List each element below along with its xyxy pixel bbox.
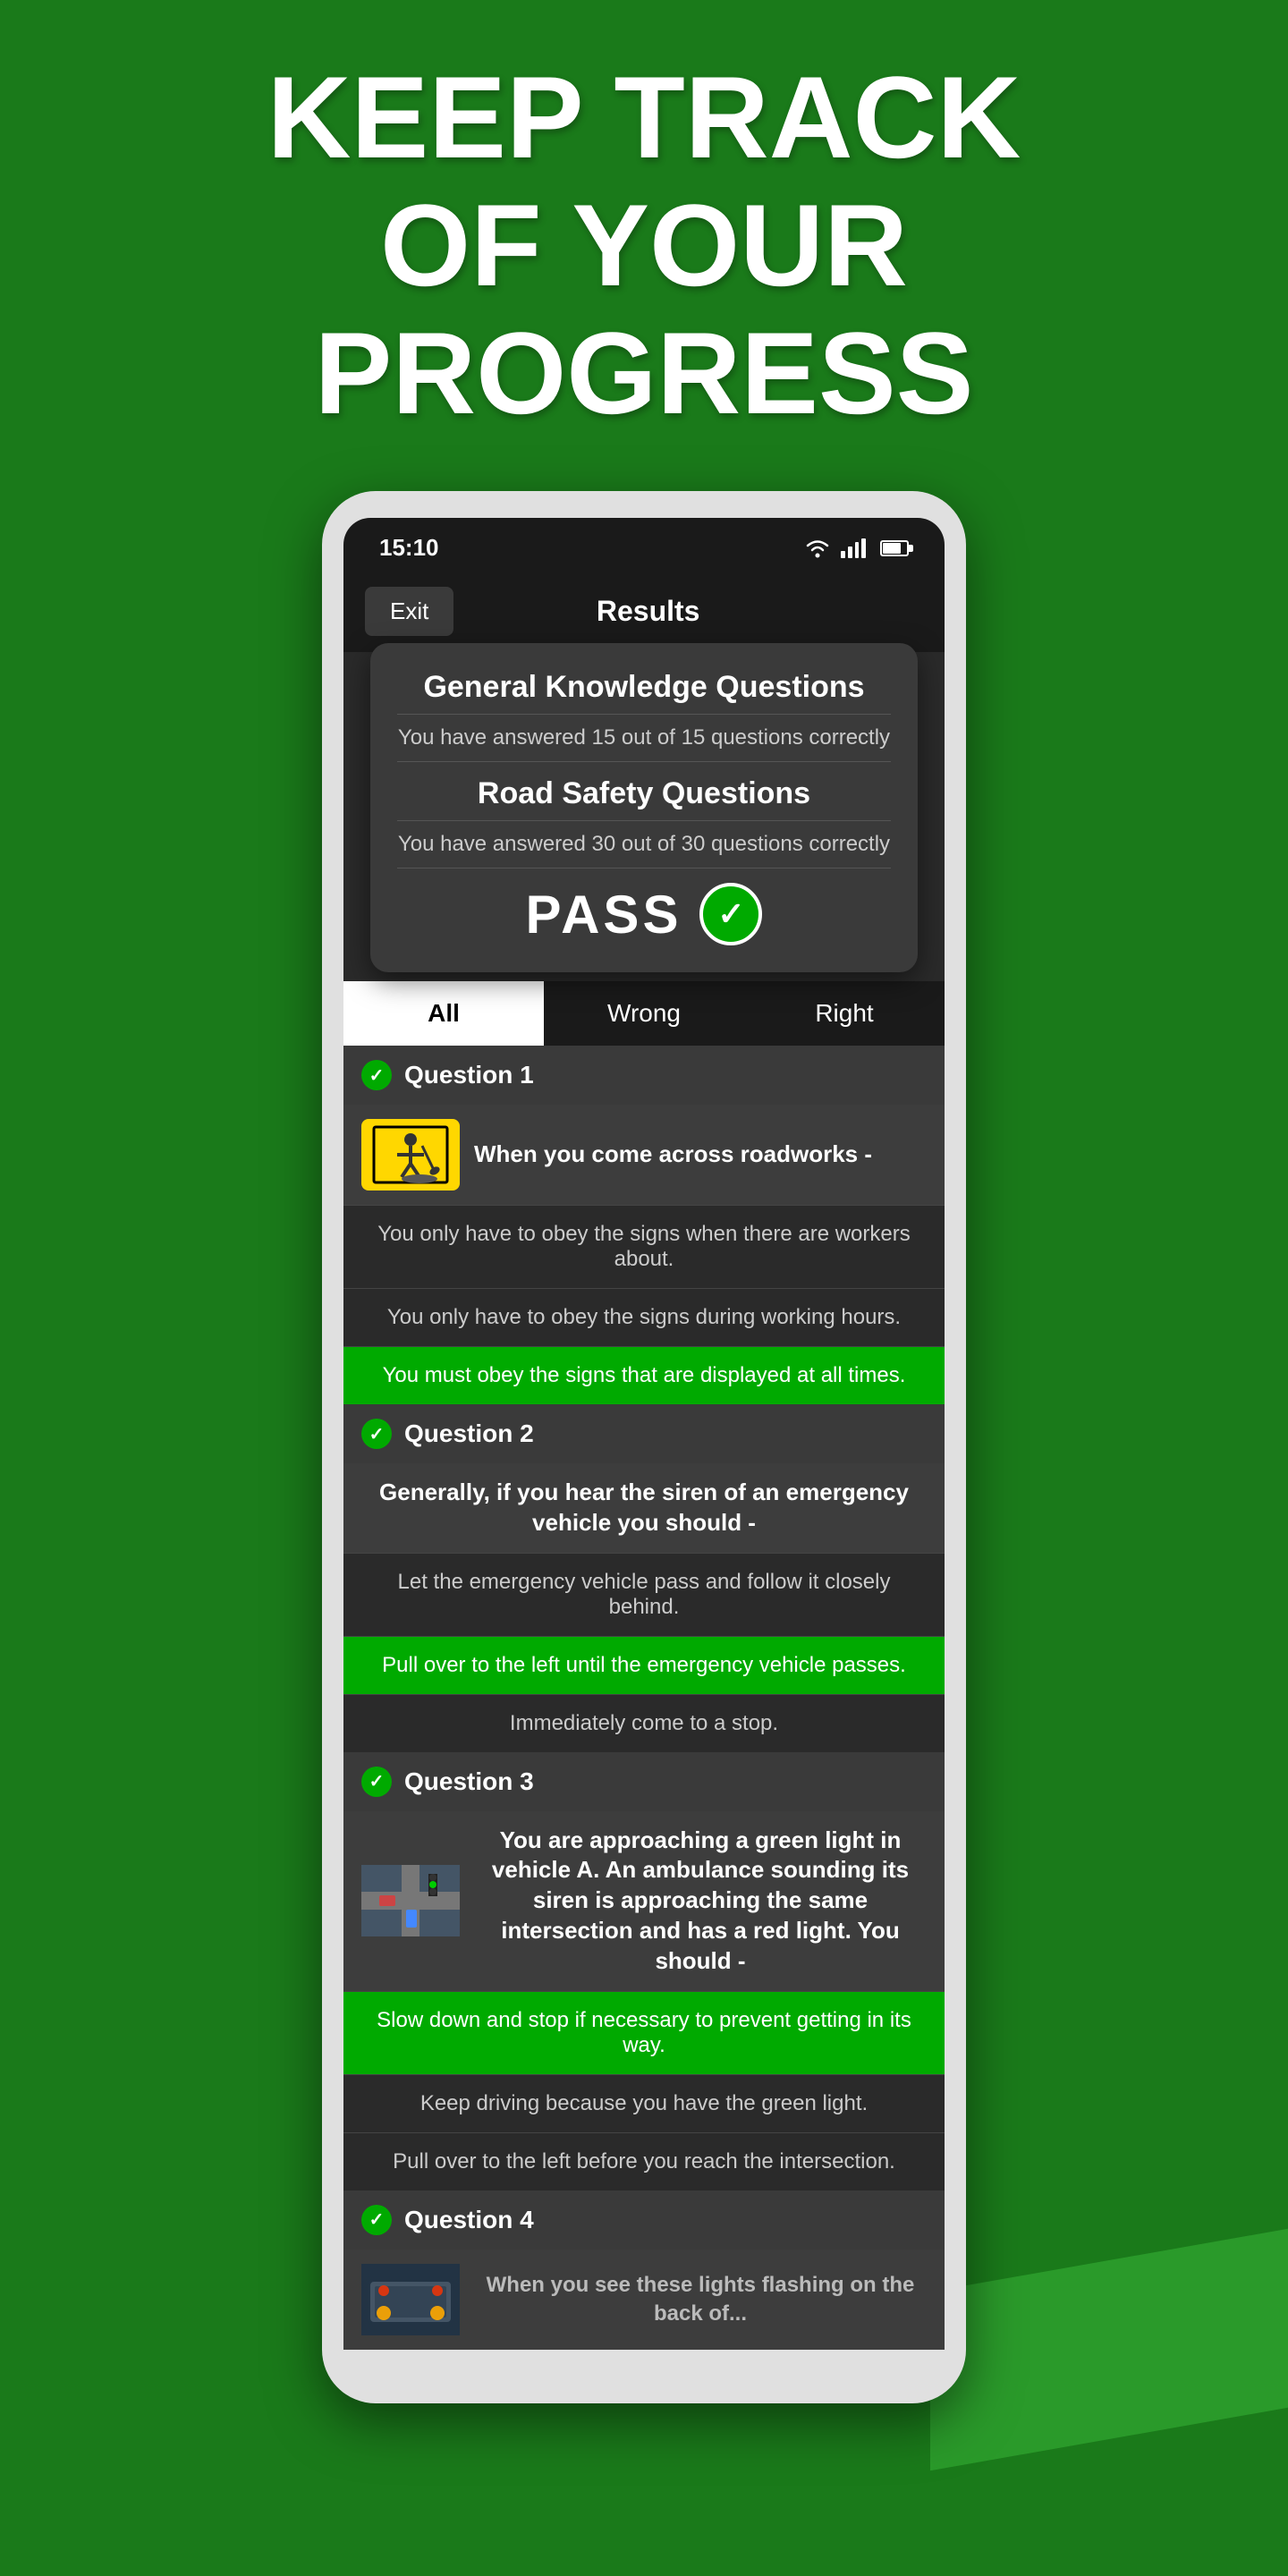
wifi-icon bbox=[803, 538, 832, 558]
q1-title: Question 1 bbox=[404, 1061, 534, 1089]
gk-subtitle: You have answered 15 out of 15 questions… bbox=[397, 714, 891, 762]
q3-image bbox=[361, 1865, 460, 1936]
question-1: ✓ Question 1 bbox=[343, 1046, 945, 1404]
tab-right[interactable]: Right bbox=[744, 981, 945, 1046]
q3-body: You are approaching a green light in veh… bbox=[343, 1811, 945, 1991]
rs-title: Road Safety Questions bbox=[397, 776, 891, 811]
q4-body: When you see these lights flashing on th… bbox=[343, 2250, 945, 2350]
phone-screen: Exit Results General Knowledge Questions… bbox=[343, 571, 945, 2350]
q1-body: When you come across roadworks - bbox=[343, 1105, 945, 1205]
q2-title: Question 2 bbox=[404, 1419, 534, 1448]
screen-title: Results bbox=[597, 595, 700, 628]
roadworks-sign-icon bbox=[370, 1123, 451, 1186]
q2-answer-1: Let the emergency vehicle pass and follo… bbox=[343, 1553, 945, 1636]
pass-checkmark: ✓ bbox=[699, 883, 762, 945]
q2-checkmark: ✓ bbox=[361, 1419, 392, 1449]
rs-subtitle: You have answered 30 out of 30 questions… bbox=[397, 820, 891, 869]
question-2: ✓ Question 2 Generally, if you hear the … bbox=[343, 1404, 945, 1752]
q3-question-text: You are approaching a green light in veh… bbox=[474, 1826, 927, 1977]
q2-question-text: Generally, if you hear the siren of an e… bbox=[361, 1478, 927, 1538]
tab-wrong[interactable]: Wrong bbox=[544, 981, 744, 1046]
results-card: General Knowledge Questions You have ans… bbox=[370, 643, 918, 972]
question-3: ✓ Question 3 bbox=[343, 1752, 945, 2190]
q2-answer-3: Immediately come to a stop. bbox=[343, 1694, 945, 1752]
phone-chin bbox=[343, 2350, 945, 2377]
question-2-header: ✓ Question 2 bbox=[343, 1404, 945, 1463]
exit-button[interactable]: Exit bbox=[365, 587, 453, 636]
q1-image bbox=[361, 1119, 460, 1191]
tab-all[interactable]: All bbox=[343, 981, 544, 1046]
gk-title: General Knowledge Questions bbox=[397, 670, 891, 705]
q1-answer-3: You must obey the signs that are display… bbox=[343, 1346, 945, 1404]
q3-answer-3: Pull over to the left before you reach t… bbox=[343, 2132, 945, 2190]
clock: 15:10 bbox=[379, 534, 439, 562]
vehicle-lights-icon bbox=[361, 2264, 460, 2335]
hero-line2: OF YOUR PROGRESS bbox=[315, 180, 974, 438]
pass-row: PASS ✓ bbox=[397, 883, 891, 945]
q3-title: Question 3 bbox=[404, 1767, 534, 1796]
signal-icon bbox=[841, 538, 866, 558]
q4-question-text: When you see these lights flashing on th… bbox=[474, 2271, 927, 2326]
q3-checkmark: ✓ bbox=[361, 1767, 392, 1797]
q3-answer-2: Keep driving because you have the green … bbox=[343, 2074, 945, 2132]
q2-body: Generally, if you hear the siren of an e… bbox=[343, 1463, 945, 1553]
intersection-icon bbox=[361, 1865, 460, 1936]
q2-answer-2: Pull over to the left until the emergenc… bbox=[343, 1636, 945, 1694]
filter-tabs: All Wrong Right bbox=[343, 981, 945, 1046]
question-4-header: ✓ Question 4 bbox=[343, 2190, 945, 2250]
pass-label: PASS bbox=[526, 884, 682, 945]
q3-answer-1: Slow down and stop if necessary to preve… bbox=[343, 1991, 945, 2074]
question-1-header: ✓ Question 1 bbox=[343, 1046, 945, 1105]
status-icons bbox=[803, 538, 909, 558]
question-4: ✓ Question 4 bbox=[343, 2190, 945, 2350]
q1-answer-1: You only have to obey the signs when the… bbox=[343, 1205, 945, 1288]
q1-question-text: When you come across roadworks - bbox=[474, 1140, 872, 1170]
phone-device: 15:10 bbox=[322, 491, 966, 2403]
app-header: Exit Results bbox=[343, 571, 945, 652]
questions-list: ✓ Question 1 bbox=[343, 1046, 945, 2350]
status-bar: 15:10 bbox=[343, 518, 945, 571]
q1-checkmark: ✓ bbox=[361, 1060, 392, 1090]
hero-title: KEEP TRACK OF YOUR PROGRESS bbox=[36, 54, 1252, 437]
battery-icon bbox=[880, 540, 909, 556]
q4-title: Question 4 bbox=[404, 2206, 534, 2234]
q4-checkmark: ✓ bbox=[361, 2205, 392, 2235]
q4-image bbox=[361, 2264, 460, 2335]
q1-answer-2: You only have to obey the signs during w… bbox=[343, 1288, 945, 1346]
question-3-header: ✓ Question 3 bbox=[343, 1752, 945, 1811]
hero-section: KEEP TRACK OF YOUR PROGRESS 15:10 bbox=[0, 0, 1288, 2403]
hero-line1: KEEP TRACK bbox=[267, 52, 1021, 182]
phone-wrapper: 15:10 bbox=[36, 491, 1252, 2403]
